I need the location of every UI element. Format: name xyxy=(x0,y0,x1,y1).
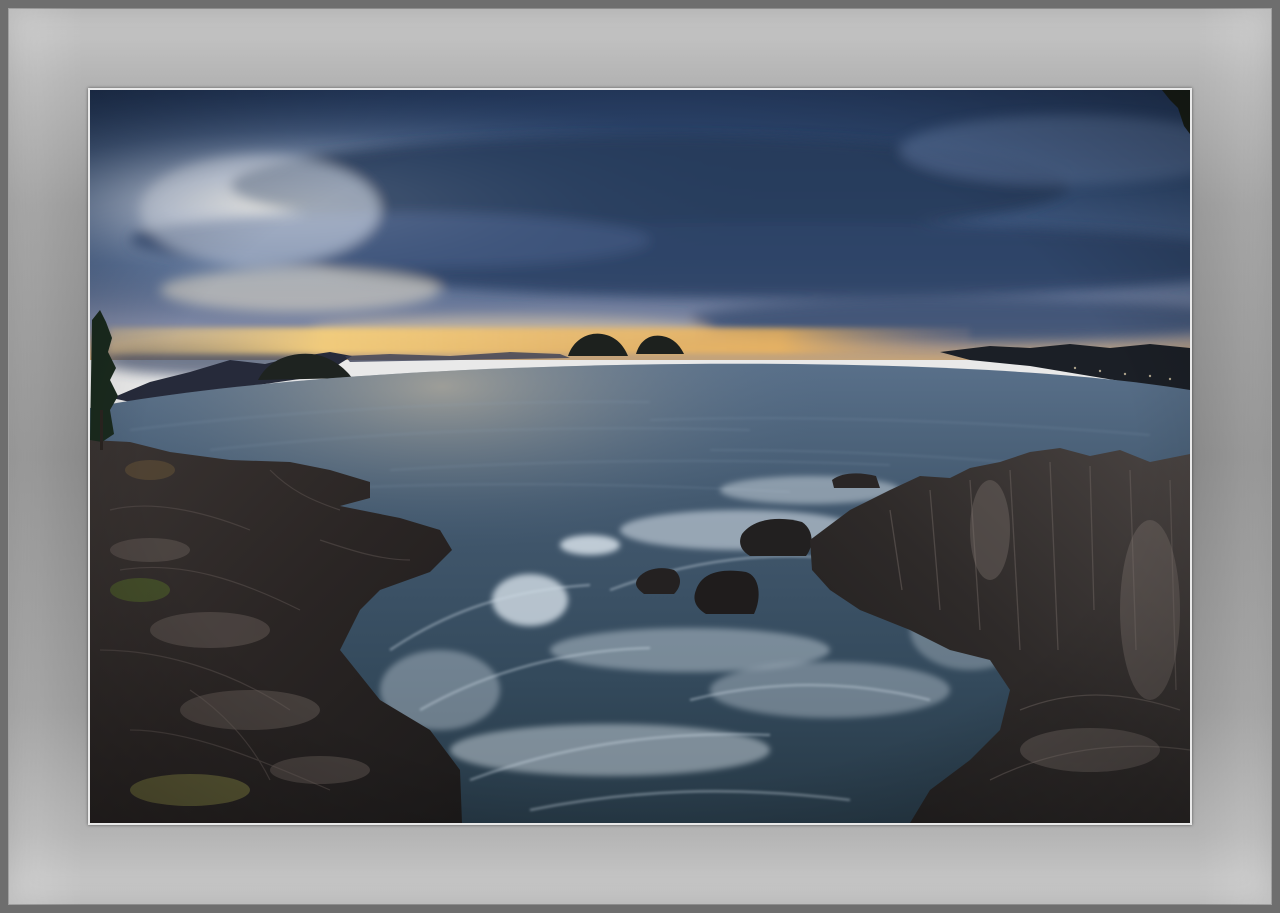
photo-frame xyxy=(88,88,1192,825)
page xyxy=(0,0,1280,913)
vignette xyxy=(90,90,1190,823)
seascape-photo xyxy=(90,90,1190,823)
